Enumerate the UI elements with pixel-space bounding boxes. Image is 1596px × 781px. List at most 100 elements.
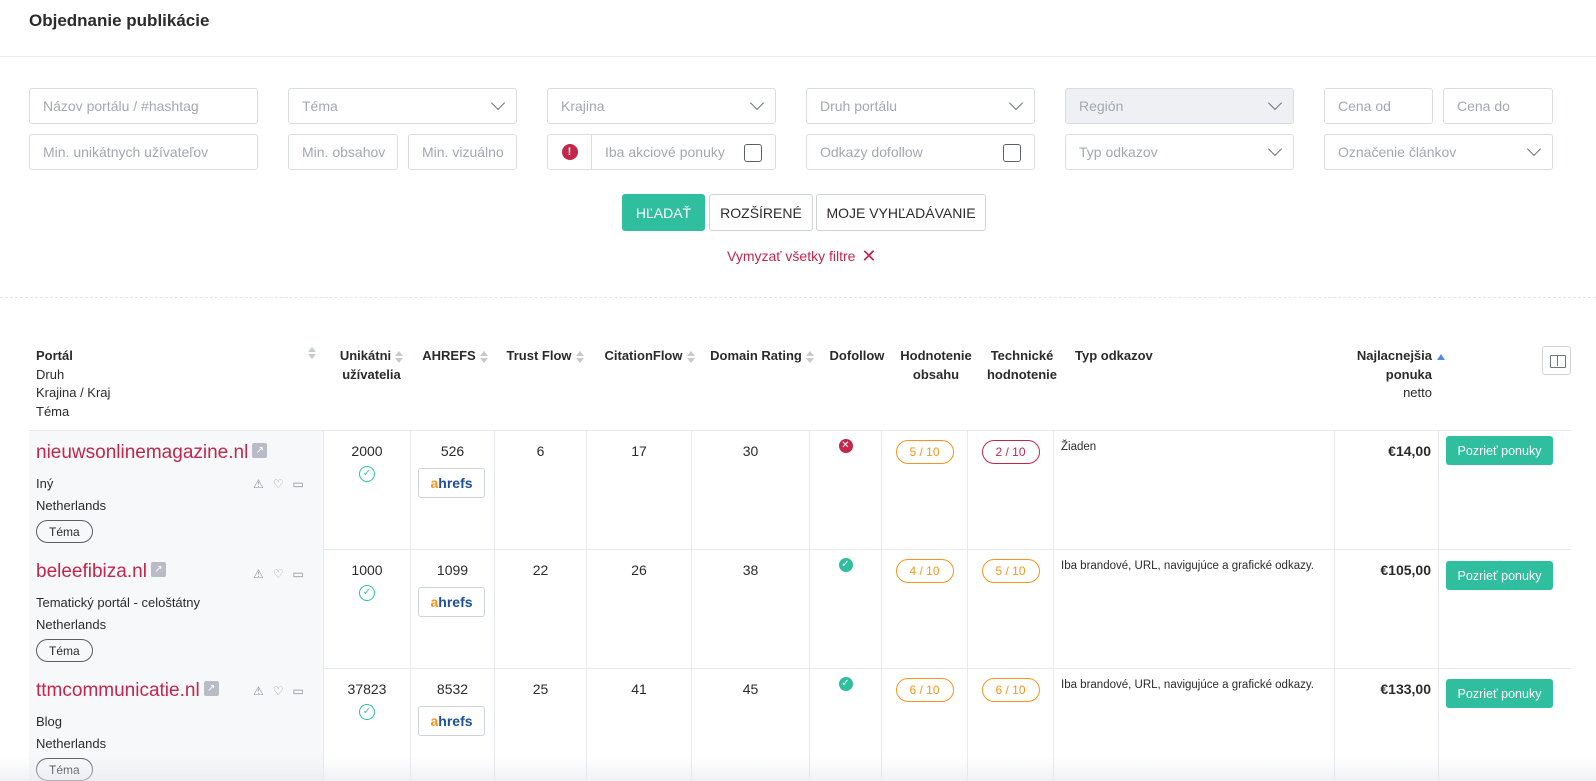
view-offers-button[interactable]: Pozrieť ponuky xyxy=(1446,679,1553,708)
verified-icon: ✓ xyxy=(359,704,375,720)
content-rating-badge: 6 / 10 xyxy=(895,678,954,702)
citation-flow-cell: 26 xyxy=(587,550,692,669)
domain-rating-cell: 38 xyxy=(692,550,810,669)
header-portal[interactable]: Portál Druh Krajina / Kraj Téma xyxy=(36,347,316,421)
price-from-input[interactable]: Cena od xyxy=(1324,88,1433,124)
portal-link[interactable]: beleefibiza.nl ↗ xyxy=(36,561,166,583)
topic-select-label: Téma xyxy=(302,98,338,114)
trust-flow-value: 22 xyxy=(532,562,549,578)
min-content-input[interactable]: Min. obsahov xyxy=(288,134,398,170)
country-select[interactable]: Krajina xyxy=(547,88,776,124)
note-icon[interactable]: ▭ xyxy=(293,477,304,491)
sort-icon[interactable] xyxy=(686,350,695,363)
header-tech-rating-line1: Technické xyxy=(990,348,1054,363)
note-icon[interactable]: ▭ xyxy=(293,684,304,698)
header-domain-rating[interactable]: Domain Rating xyxy=(703,347,821,366)
users-value: 1000 xyxy=(351,562,383,578)
sort-icon[interactable] xyxy=(395,350,404,363)
header-dofollow: Dofollow xyxy=(829,348,885,363)
warning-icon[interactable]: ⚠ xyxy=(253,477,264,491)
tech-rating-cell: 5 / 10 xyxy=(968,550,1054,669)
header-users[interactable]: Unikátni užívatelia xyxy=(328,347,415,384)
trust-flow-value: 6 xyxy=(536,443,545,459)
topic-tag[interactable]: Téma xyxy=(36,639,93,662)
table-row: nieuwsonlinemagazine.nl ↗ ⚠ ♡ ▭ Iný Netherl… xyxy=(29,431,1571,550)
heart-icon[interactable]: ♡ xyxy=(273,684,284,698)
external-link-icon[interactable]: ↗ xyxy=(252,443,268,459)
clear-filters-label: Vymyzať všetky filtre xyxy=(727,248,856,264)
header-topic: Téma xyxy=(36,403,70,419)
country-select-label: Krajina xyxy=(561,98,605,114)
link-type-select[interactable]: Typ odkazov xyxy=(1065,134,1294,170)
trust-flow-value: 25 xyxy=(532,681,549,697)
sort-icon[interactable] xyxy=(805,350,814,363)
chevron-down-icon xyxy=(1267,95,1283,111)
external-link-icon[interactable]: ↗ xyxy=(203,681,219,697)
my-searches-button[interactable]: MOJE VYHĽADÁVANIE xyxy=(816,194,986,231)
trust-flow-cell: 6 xyxy=(495,431,587,550)
article-label-select-label: Označenie článkov xyxy=(1338,144,1457,160)
users-value: 37823 xyxy=(347,681,387,697)
citation-flow-value: 26 xyxy=(631,562,647,578)
portal-link[interactable]: ttmcommunicatie.nl ↗ xyxy=(36,680,219,702)
header-ahrefs[interactable]: AHREFS xyxy=(413,347,497,366)
sort-icon[interactable] xyxy=(479,350,488,363)
view-offers-button[interactable]: Pozrieť ponuky xyxy=(1446,436,1553,465)
header-price-line1: Najlacnejšia xyxy=(1356,348,1432,363)
checkbox-icon[interactable] xyxy=(1003,144,1021,162)
citation-flow-value: 41 xyxy=(631,681,647,697)
note-icon[interactable]: ▭ xyxy=(293,567,304,581)
dofollow-label: Odkazy dofollow xyxy=(820,144,923,160)
sort-icon[interactable] xyxy=(575,350,584,363)
chevron-down-icon xyxy=(1526,141,1542,157)
tech-rating-badge: 6 / 10 xyxy=(981,678,1040,702)
close-icon: ✕ xyxy=(861,246,877,266)
topic-select[interactable]: Téma xyxy=(288,88,517,124)
promo-only-checkbox[interactable]: Iba akciové ponuky xyxy=(591,134,776,170)
portal-link[interactable]: nieuwsonlinemagazine.nl ↗ xyxy=(36,442,268,464)
ahrefs-value: 526 xyxy=(440,443,465,459)
portal-type-select-label: Druh portálu xyxy=(820,98,898,114)
domain-rating-cell: 30 xyxy=(692,431,810,550)
checkbox-icon[interactable] xyxy=(744,144,762,162)
warning-icon[interactable]: ⚠ xyxy=(253,684,264,698)
price-to-input[interactable]: Cena do xyxy=(1443,88,1553,124)
portal-type-select[interactable]: Druh portálu xyxy=(806,88,1035,124)
users-cell: 1000 ✓ xyxy=(324,550,411,669)
dofollow-checkbox[interactable]: Odkazy dofollow xyxy=(806,134,1035,170)
header-content-rating: Hodnotenie obsahu xyxy=(893,347,979,384)
article-label-select[interactable]: Označenie článkov xyxy=(1324,134,1553,170)
heart-icon[interactable]: ♡ xyxy=(273,567,284,581)
columns-toggle-icon[interactable] xyxy=(1542,346,1571,375)
warning-icon[interactable]: ⚠ xyxy=(253,567,264,581)
price-cell: €14,00 xyxy=(1335,431,1439,550)
topic-tag[interactable]: Téma xyxy=(36,520,93,543)
header-tech-rating-line2: hodnotenie xyxy=(986,366,1058,382)
header-price[interactable]: Najlacnejšia ponuka netto xyxy=(1335,347,1445,403)
sort-icon[interactable] xyxy=(308,347,316,359)
search-button[interactable]: HĽADAŤ xyxy=(622,194,705,231)
view-offers-button[interactable]: Pozrieť ponuky xyxy=(1446,561,1553,590)
row-actions: ⚠ ♡ ▭ xyxy=(253,567,304,581)
header-citation-flow[interactable]: CitationFlow xyxy=(597,347,702,366)
heart-icon[interactable]: ♡ xyxy=(273,477,284,491)
min-users-input[interactable]: Min. unikátnych užívateľov xyxy=(29,134,258,170)
clear-filters-link[interactable]: Vymyzať všetky filtre ✕ xyxy=(727,246,877,266)
min-visual-input[interactable]: Min. vizuálno xyxy=(408,134,517,170)
table-row: beleefibiza.nl ↗ ⚠ ♡ ▭ Tematický portál - c… xyxy=(29,550,1571,669)
ahrefs-logo[interactable]: a hrefs xyxy=(418,468,485,498)
promo-badge: ! xyxy=(547,134,592,170)
header-trust-flow[interactable]: Trust Flow xyxy=(499,347,591,366)
external-link-icon[interactable]: ↗ xyxy=(150,562,166,578)
domain-rating-value: 38 xyxy=(742,562,759,578)
ahrefs-cell: 526 a hrefs xyxy=(411,431,495,550)
header-price-line2: ponuka xyxy=(1385,366,1432,382)
advanced-button[interactable]: ROZŠÍRENÉ xyxy=(709,194,813,231)
sort-asc-icon[interactable] xyxy=(1437,353,1445,360)
header-users-line2: užívatelia xyxy=(342,366,401,382)
ahrefs-logo[interactable]: a hrefs xyxy=(418,587,485,617)
ahrefs-logo[interactable]: a hrefs xyxy=(418,706,485,736)
chevron-down-icon xyxy=(490,95,506,111)
portal-name-input[interactable]: Názov portálu / #hashtag xyxy=(29,88,258,124)
header-ahrefs-label: AHREFS xyxy=(422,348,476,363)
